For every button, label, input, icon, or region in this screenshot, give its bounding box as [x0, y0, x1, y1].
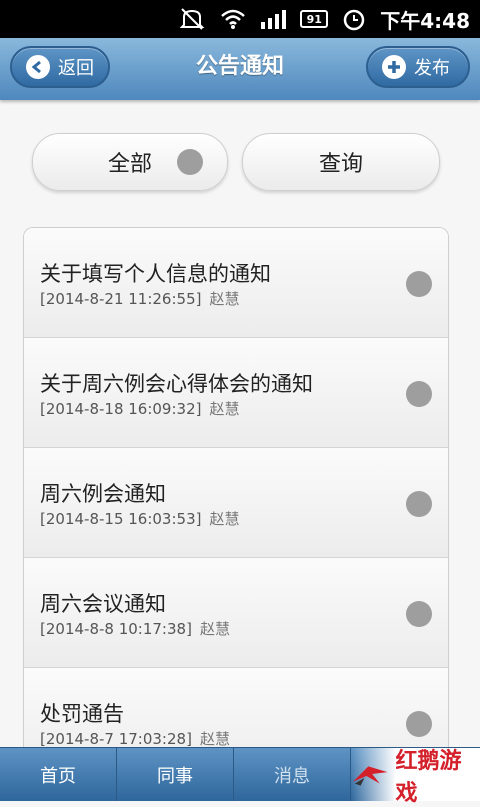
tab-home-label: 首页 — [40, 765, 76, 787]
publish-label: 发布 — [414, 58, 450, 79]
notice-datetime: [2014-8-15 16:03:53] — [40, 510, 202, 528]
back-label: 返回 — [58, 58, 94, 79]
notice-title: 周六会议通知 — [40, 592, 166, 616]
list-item[interactable]: 周六会议通知 [2014-8-8 10:17:38] 赵慧 — [24, 558, 448, 668]
list-item[interactable]: 关于填写个人信息的通知 [2014-8-21 11:26:55] 赵慧 — [24, 228, 448, 338]
publish-button[interactable]: 发布 — [366, 46, 470, 88]
back-arrow-icon — [26, 55, 50, 79]
notice-author: 赵慧 — [199, 620, 230, 638]
alarm-clock-icon — [342, 7, 366, 31]
bottom-tab-bar: 首页 同事 消息 红鹅游戏 — [0, 747, 480, 806]
list-item[interactable]: 周六例会通知 [2014-8-15 16:03:53] 赵慧 — [24, 448, 448, 558]
tab-home[interactable]: 首页 — [0, 748, 117, 801]
battery-level: 91 — [306, 12, 322, 26]
notice-datetime: [2014-8-7 17:03:28] — [40, 730, 192, 748]
notice-title: 关于周六例会心得体会的通知 — [40, 372, 313, 396]
status-time: 下午4:48 — [380, 8, 470, 33]
query-button[interactable]: 查询 — [242, 133, 440, 191]
signal-icon — [260, 7, 287, 31]
chevron-dot-icon — [406, 491, 432, 517]
notice-author: 赵慧 — [209, 290, 240, 308]
notice-meta: [2014-8-18 16:09:32] 赵慧 — [40, 398, 240, 419]
watermark-logo-icon — [352, 765, 388, 786]
notice-datetime: [2014-8-8 10:17:38] — [40, 620, 192, 638]
chevron-dot-icon — [406, 271, 432, 297]
notice-title: 关于填写个人信息的通知 — [40, 262, 271, 286]
mute-icon — [178, 7, 206, 31]
tab-colleagues[interactable]: 同事 — [117, 748, 234, 801]
tab-colleagues-label: 同事 — [157, 765, 193, 787]
list-item[interactable]: 关于周六例会心得体会的通知 [2014-8-18 16:09:32] 赵慧 — [24, 338, 448, 448]
chevron-dot-icon — [406, 711, 432, 737]
back-button[interactable]: 返回 — [10, 46, 110, 88]
query-label: 查询 — [318, 152, 363, 177]
chevron-dot-icon — [406, 601, 432, 627]
plus-icon — [382, 55, 406, 79]
status-bar: 91 下午4:48 — [0, 0, 480, 38]
notice-datetime: [2014-8-18 16:09:32] — [40, 400, 202, 418]
notice-author: 赵慧 — [199, 730, 230, 748]
notice-title: 处罚通告 — [40, 702, 124, 726]
tab-messages[interactable]: 消息 — [234, 748, 351, 801]
notice-title: 周六例会通知 — [40, 482, 166, 506]
filter-all-button[interactable]: 全部 — [32, 133, 228, 191]
notice-author: 赵慧 — [209, 400, 240, 418]
notice-meta: [2014-8-7 17:03:28] 赵慧 — [40, 728, 230, 749]
notice-datetime: [2014-8-21 11:26:55] — [40, 290, 202, 308]
dropdown-dot-icon — [177, 149, 203, 175]
notice-author: 赵慧 — [209, 510, 240, 528]
watermark-brand: 红鹅游戏 — [395, 748, 462, 806]
notice-meta: [2014-8-15 16:03:53] 赵慧 — [40, 508, 240, 529]
app-header: 公告通知 返回 发布 — [0, 38, 480, 100]
notice-meta: [2014-8-8 10:17:38] 赵慧 — [40, 618, 230, 639]
filter-all-label: 全部 — [107, 152, 152, 177]
battery-icon: 91 — [300, 10, 329, 28]
tab-messages-label: 消息 — [274, 765, 310, 787]
notice-meta: [2014-8-21 11:26:55] 赵慧 — [40, 288, 240, 309]
notice-list: 关于填写个人信息的通知 [2014-8-21 11:26:55] 赵慧 关于周六例… — [23, 227, 449, 769]
wifi-icon — [220, 7, 246, 31]
watermark: 红鹅游戏 — [351, 748, 480, 806]
chevron-dot-icon — [406, 381, 432, 407]
